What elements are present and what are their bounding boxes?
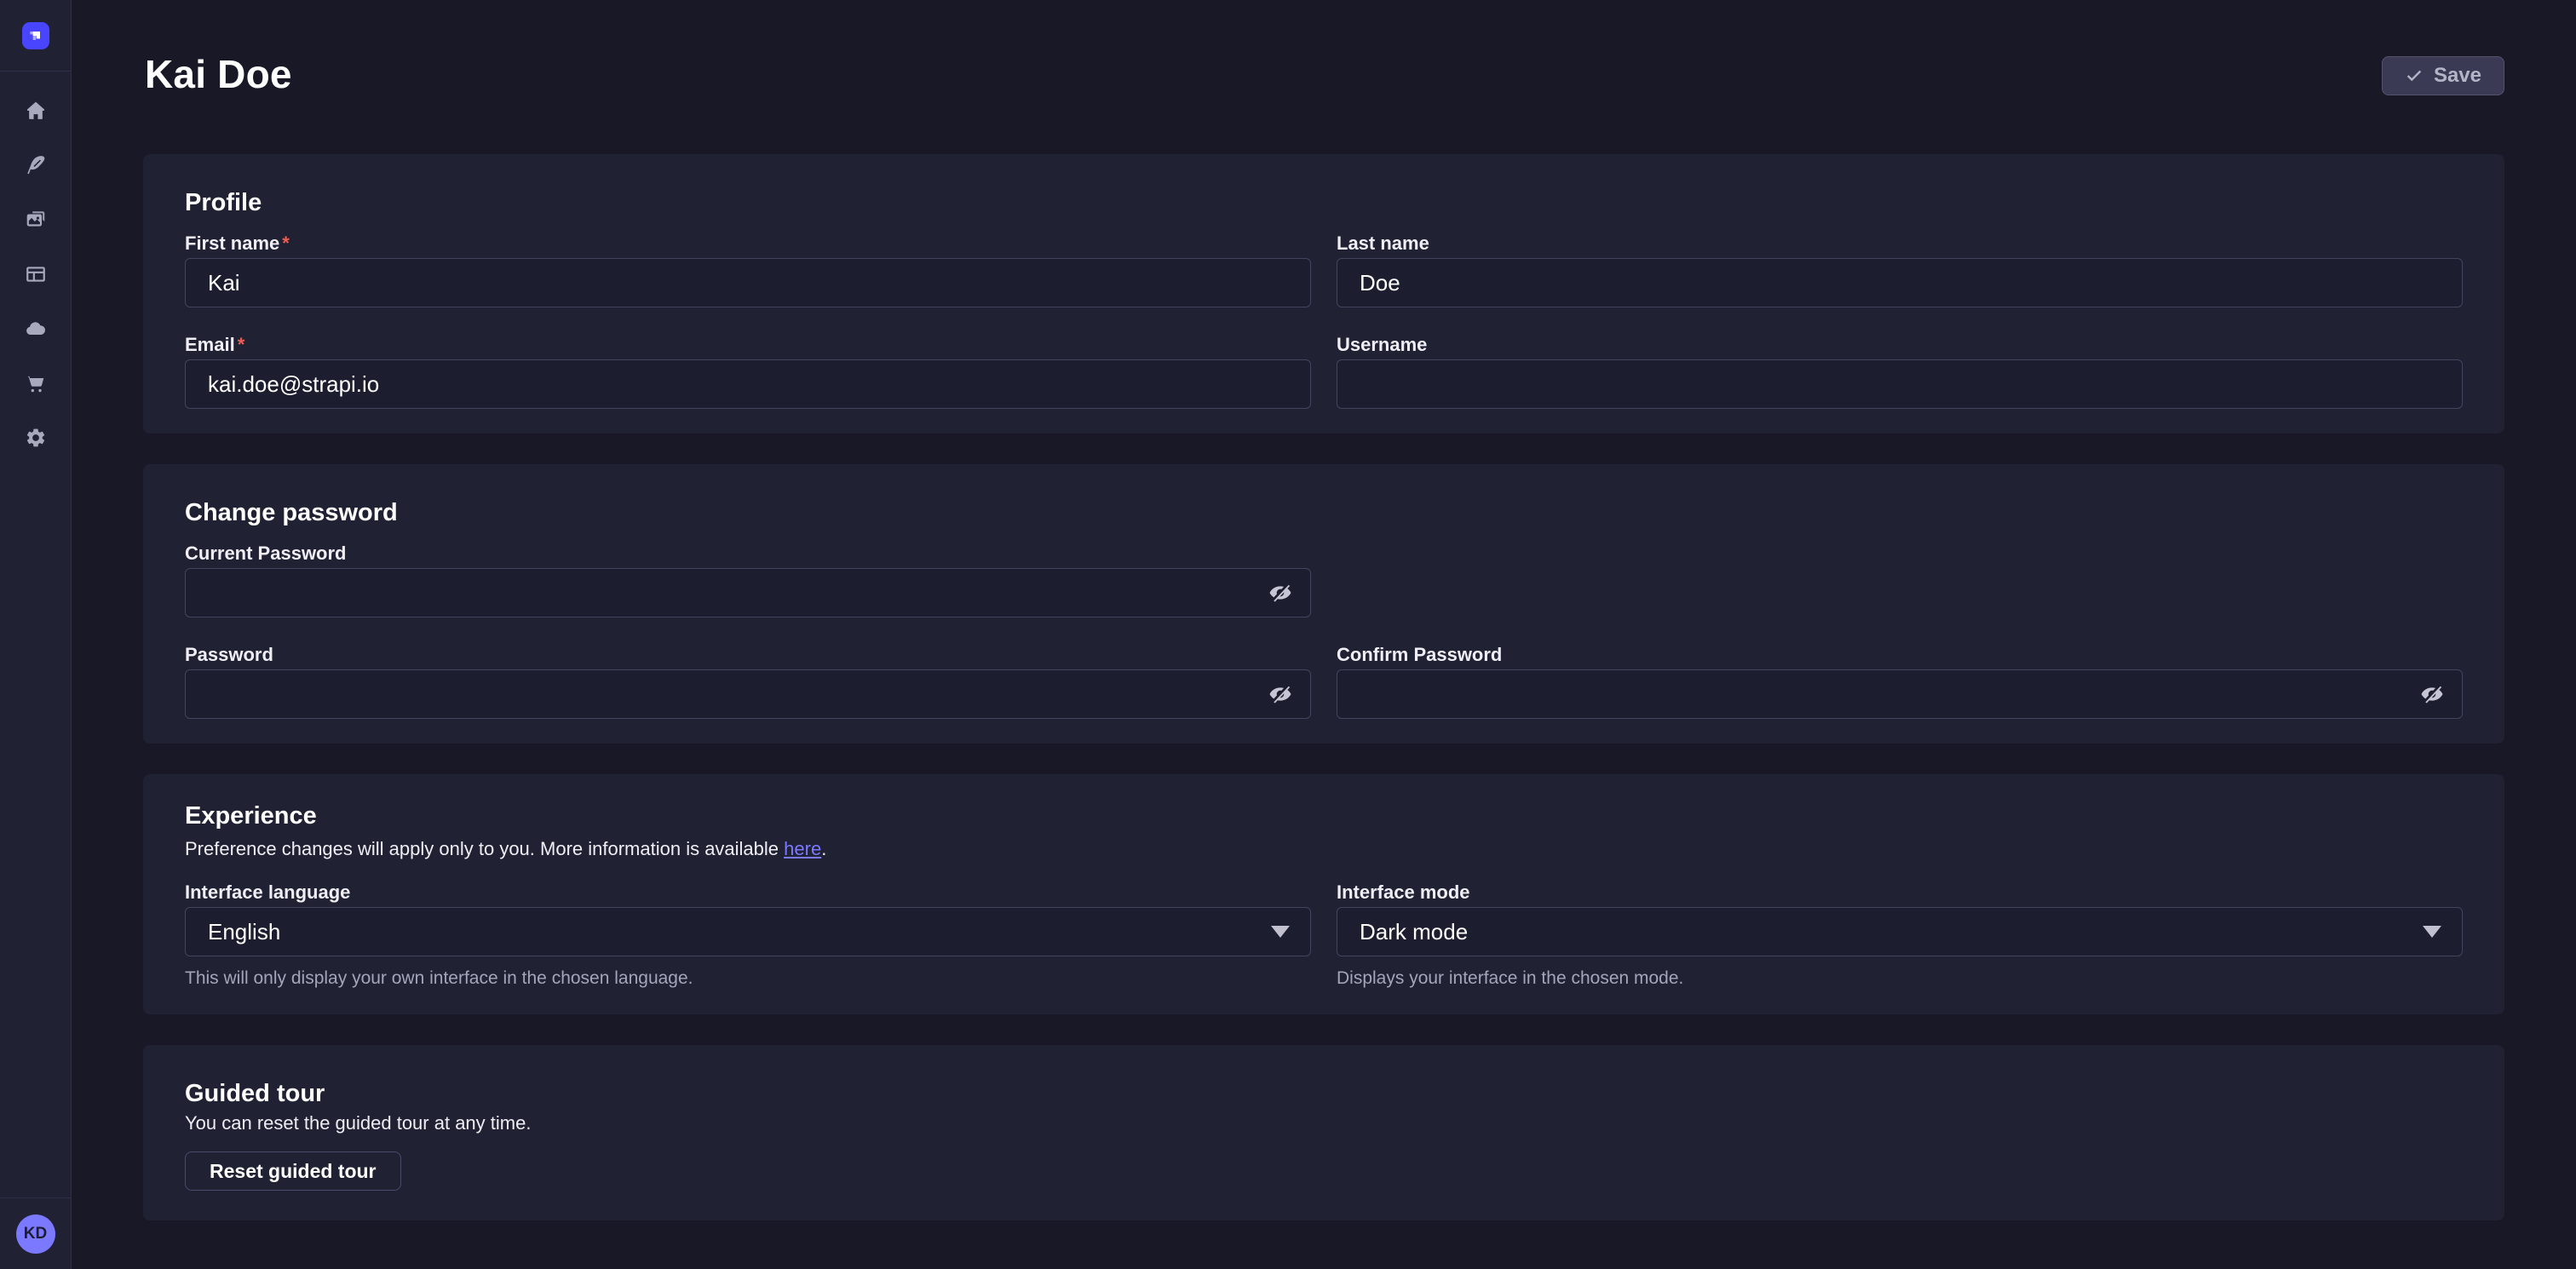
interface-language-select[interactable]: English (185, 907, 1311, 956)
interface-mode-select[interactable]: Dark mode (1337, 907, 2463, 956)
interface-language-value: English (208, 919, 280, 945)
confirm-password-field-group: Confirm Password (1337, 644, 2463, 719)
content-manager-icon[interactable] (25, 154, 47, 176)
last-name-input[interactable] (1337, 258, 2463, 307)
sidebar-nav (0, 72, 71, 1197)
username-input[interactable] (1337, 359, 2463, 409)
strapi-logo-link[interactable] (0, 0, 71, 72)
interface-mode-value: Dark mode (1360, 919, 1468, 945)
page-title: Kai Doe (145, 51, 292, 97)
settings-icon[interactable] (25, 427, 47, 449)
save-button[interactable]: Save (2382, 56, 2504, 95)
sidebar: KD (0, 0, 72, 1269)
interface-language-label: Interface language (185, 881, 1311, 904)
reset-guided-tour-button[interactable]: Reset guided tour (185, 1151, 401, 1191)
required-asterisk: * (238, 334, 245, 355)
eye-off-icon (1268, 682, 1292, 706)
guided-tour-card: Guided tour You can reset the guided tou… (143, 1045, 2504, 1220)
experience-card-title: Experience (185, 801, 2463, 830)
first-name-label: First name* (185, 233, 1311, 255)
interface-mode-helper: Displays your interface in the chosen mo… (1337, 968, 2463, 990)
profile-card-title: Profile (185, 188, 2463, 217)
last-name-label: Last name (1337, 233, 2463, 255)
password-input[interactable] (185, 669, 1311, 719)
cloud-icon[interactable] (25, 318, 47, 340)
current-password-field-group: Current Password (185, 543, 1311, 617)
profile-card: Profile First name* Last name Email* Use… (143, 154, 2504, 434)
toggle-confirm-password-visibility-button[interactable] (2420, 681, 2446, 707)
current-password-label: Current Password (185, 543, 1311, 565)
confirm-password-label: Confirm Password (1337, 644, 2463, 666)
interface-language-helper: This will only display your own interfac… (185, 968, 1311, 990)
last-name-field-group: Last name (1337, 233, 2463, 307)
strapi-logo-icon (22, 22, 49, 49)
media-library-icon[interactable] (25, 209, 47, 231)
sidebar-user-section: KD (0, 1197, 71, 1269)
email-label: Email* (185, 334, 1311, 356)
eye-off-icon (2420, 682, 2444, 706)
toggle-password-visibility-button[interactable] (1268, 681, 1294, 707)
toggle-current-password-visibility-button[interactable] (1268, 580, 1294, 606)
content-type-builder-icon[interactable] (25, 263, 47, 285)
eye-off-icon (1268, 581, 1292, 605)
guided-tour-description: You can reset the guided tour at any tim… (185, 1113, 2463, 1134)
content-area: Profile First name* Last name Email* Use… (72, 154, 2576, 1220)
save-button-label: Save (2434, 64, 2481, 88)
interface-language-field-group: Interface language English This will onl… (185, 881, 1311, 990)
experience-card: Experience Preference changes will apply… (143, 774, 2504, 1014)
home-icon[interactable] (25, 100, 47, 122)
chevron-down-icon (2423, 926, 2441, 938)
experience-description: Preference changes will apply only to yo… (185, 837, 2463, 861)
page-header: Kai Doe Save (72, 0, 2576, 97)
password-label: Password (185, 644, 1311, 666)
change-password-card: Change password Current Password (143, 464, 2504, 744)
change-password-card-title: Change password (185, 498, 2463, 527)
guided-tour-card-title: Guided tour (185, 1079, 2463, 1108)
first-name-input[interactable] (185, 258, 1311, 307)
username-field-group: Username (1337, 334, 2463, 409)
email-field-group: Email* (185, 334, 1311, 409)
chevron-down-icon (1271, 926, 1290, 938)
first-name-field-group: First name* (185, 233, 1311, 307)
interface-mode-label: Interface mode (1337, 881, 2463, 904)
interface-mode-field-group: Interface mode Dark mode Displays your i… (1337, 881, 2463, 990)
marketplace-icon[interactable] (25, 372, 47, 394)
user-avatar[interactable]: KD (16, 1214, 55, 1254)
required-asterisk: * (282, 233, 290, 254)
check-icon (2405, 66, 2424, 85)
confirm-password-input[interactable] (1337, 669, 2463, 719)
new-password-field-group: Password (185, 644, 1311, 719)
username-label: Username (1337, 334, 2463, 356)
current-password-input[interactable] (185, 568, 1311, 617)
email-input[interactable] (185, 359, 1311, 409)
main-content: Kai Doe Save Profile First name* Last na… (72, 0, 2576, 1269)
more-information-link[interactable]: here (784, 838, 821, 859)
